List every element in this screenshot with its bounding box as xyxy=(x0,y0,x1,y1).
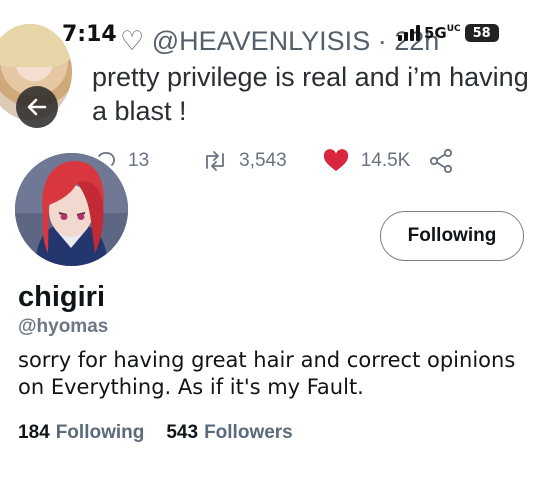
tweet-author-handle[interactable]: @HEAVENLYISIS xyxy=(152,26,370,56)
tweet-text: pretty privilege is real and i’m having … xyxy=(92,62,529,126)
status-bar-time: 7:14 xyxy=(62,22,117,47)
retweet-action[interactable]: 3,543 xyxy=(201,149,287,173)
profile-username: @hyomas xyxy=(18,316,109,337)
tweet-actions: 13 3,543 14.5K xyxy=(94,148,454,174)
reply-count: 13 xyxy=(128,150,150,171)
share-icon xyxy=(430,148,453,174)
profile-display-name: chigiri xyxy=(18,281,106,313)
heart-icon xyxy=(323,149,348,171)
profile-avatar[interactable] xyxy=(12,150,131,269)
heart-outline-icon: ♡ xyxy=(120,26,152,56)
following-button[interactable]: Following xyxy=(380,211,524,261)
status-bar-icons: 5GUC 58 xyxy=(398,24,499,42)
followers-count[interactable]: 543 xyxy=(166,422,198,444)
retweet-count: 3,543 xyxy=(239,150,287,171)
arrow-left-icon xyxy=(27,98,47,116)
following-count[interactable]: 184 xyxy=(18,422,50,444)
share-action[interactable] xyxy=(428,148,454,174)
profile-stats: 184 Following 543 Followers xyxy=(18,422,293,444)
followers-label[interactable]: Followers xyxy=(204,422,293,444)
retweet-icon xyxy=(206,151,225,171)
battery-indicator: 58 xyxy=(464,24,499,42)
like-action[interactable]: 14.5K xyxy=(323,149,411,173)
network-label: 5GUC xyxy=(424,24,461,42)
tweet-author-line: ♡ @HEAVENLYISIS · 22h xyxy=(120,26,439,57)
back-button[interactable] xyxy=(16,86,58,128)
avatar-illustration xyxy=(15,153,128,266)
separator-dot: · xyxy=(377,26,387,56)
signal-bars-icon xyxy=(398,25,420,41)
profile-bio: sorry for having great hair and correct … xyxy=(18,348,516,399)
like-count: 14.5K xyxy=(360,150,411,171)
following-label[interactable]: Following xyxy=(56,422,145,444)
